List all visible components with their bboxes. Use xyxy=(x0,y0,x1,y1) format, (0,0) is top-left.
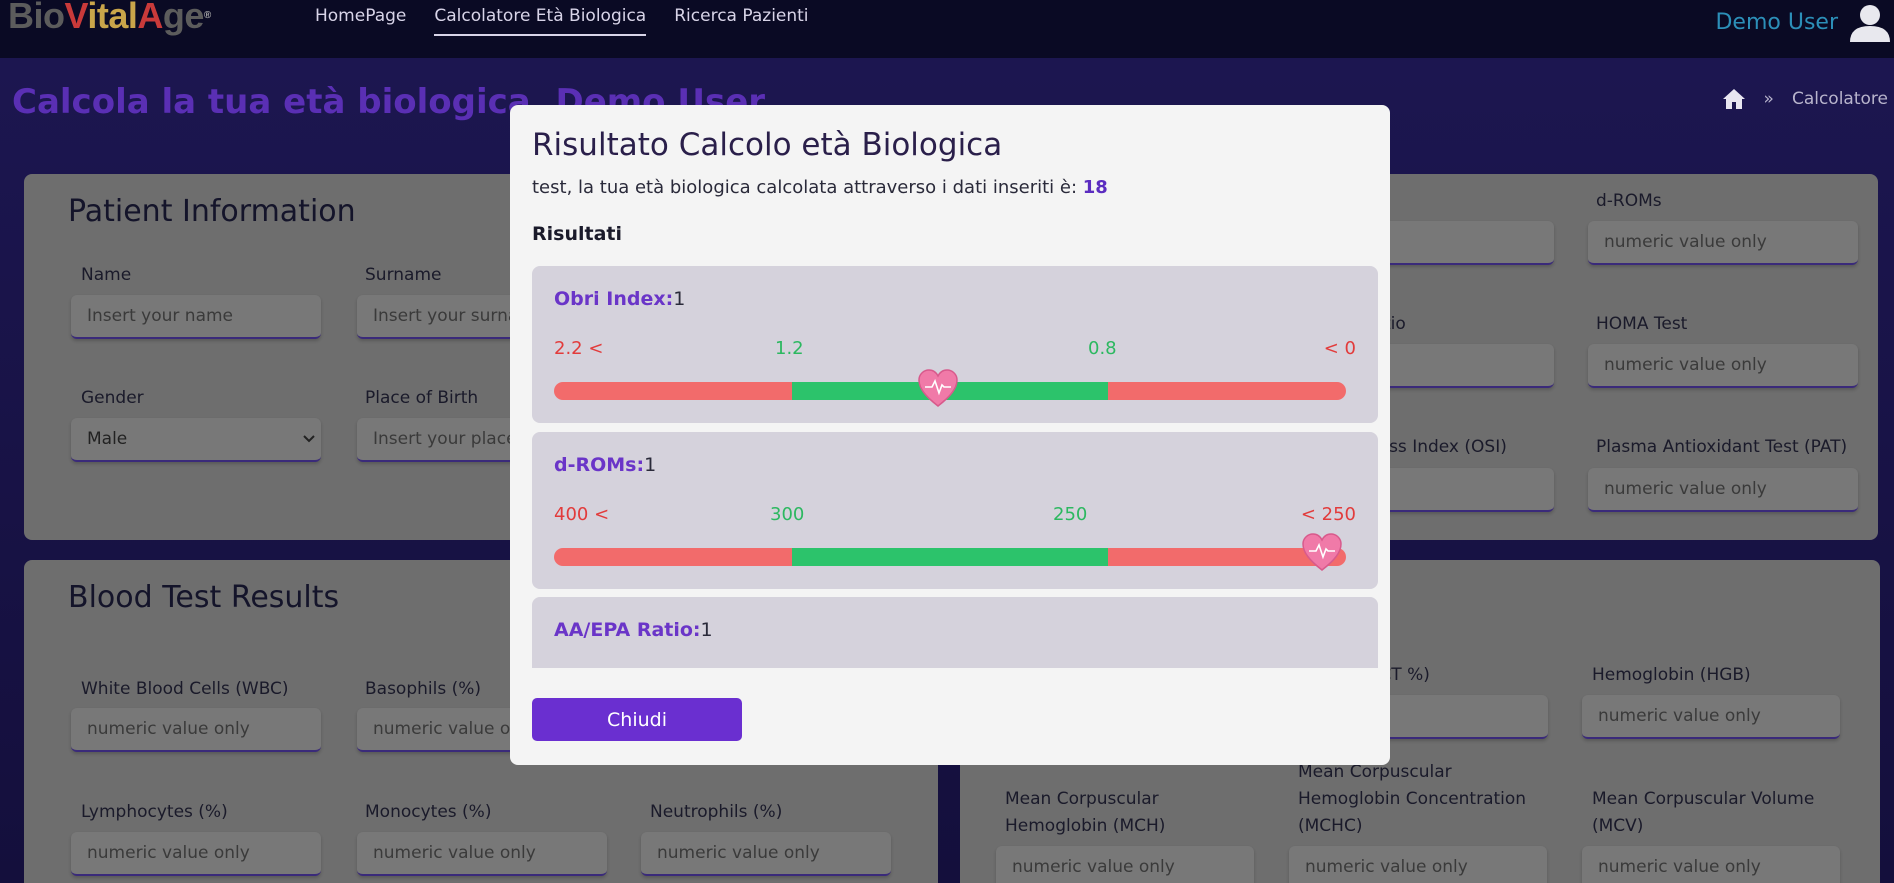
result-name: d-ROMs: xyxy=(554,454,645,476)
heart-marker-icon xyxy=(918,369,958,407)
tick-mid-low: 250 xyxy=(1053,504,1088,525)
range-bar-good-zone xyxy=(792,548,1108,566)
tick-mid-low: 0.8 xyxy=(1088,338,1117,359)
tick-mid-high: 300 xyxy=(770,504,805,525)
results-section-title: Risultati xyxy=(532,223,622,245)
tick-high: 2.2 < xyxy=(554,338,604,359)
result-label: d-ROMs:1 xyxy=(554,454,656,476)
result-value: 1 xyxy=(673,288,686,310)
tick-high: 400 < xyxy=(554,504,610,525)
result-d-roms: d-ROMs:1 400 < 300 250 < 250 xyxy=(532,432,1378,589)
tick-low: < 0 xyxy=(1323,338,1356,359)
range-bar xyxy=(554,548,1346,566)
modal-subtitle: test, la tua età biologica calcolata att… xyxy=(532,177,1108,198)
results-scroll-area[interactable]: Obri Index:1 2.2 < 1.2 0.8 < 0 d-ROMs:1 … xyxy=(532,266,1378,668)
result-name: Obri Index: xyxy=(554,288,674,310)
result-label: Obri Index:1 xyxy=(554,288,685,310)
result-name: AA/EPA Ratio: xyxy=(554,619,701,641)
result-label: AA/EPA Ratio:1 xyxy=(554,619,713,641)
result-value: 1 xyxy=(700,619,713,641)
modal-title: Risultato Calcolo età Biologica xyxy=(532,127,1003,163)
biological-age-value: 18 xyxy=(1082,177,1108,198)
heart-marker-icon xyxy=(1302,533,1342,571)
tick-low: < 250 xyxy=(1300,504,1356,525)
result-aa-epa-ratio: AA/EPA Ratio:1 xyxy=(532,597,1378,668)
modal-subtitle-text: test, la tua età biologica calcolata att… xyxy=(532,177,1078,198)
tick-mid-high: 1.2 xyxy=(775,338,804,359)
result-obri-index: Obri Index:1 2.2 < 1.2 0.8 < 0 xyxy=(532,266,1378,423)
result-value: 1 xyxy=(644,454,657,476)
close-button[interactable]: Chiudi xyxy=(532,698,742,741)
result-modal: Risultato Calcolo età Biologica test, la… xyxy=(510,105,1390,765)
